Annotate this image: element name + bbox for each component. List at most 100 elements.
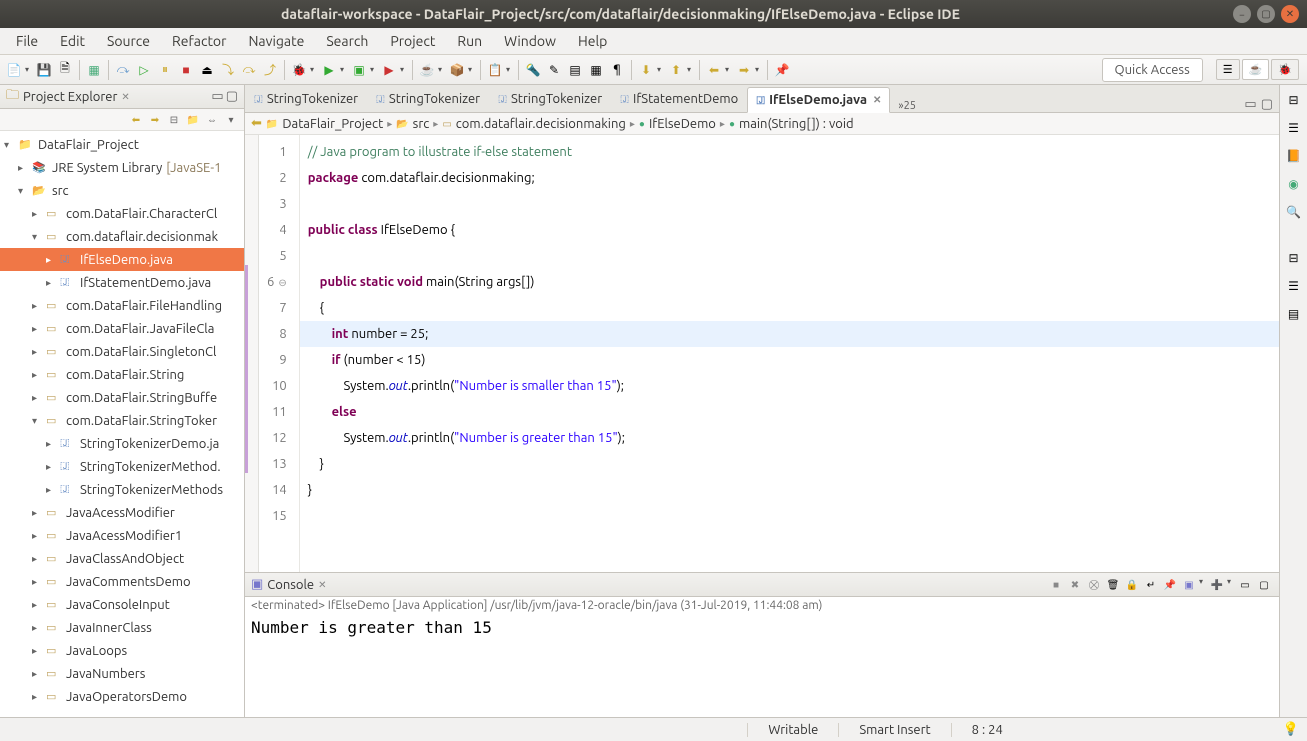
maximize-console-icon[interactable]: ▢ — [1255, 577, 1273, 593]
tree-item[interactable]: ▸▭JavaAcessModifier1 — [0, 524, 244, 547]
menu-run[interactable]: Run — [447, 29, 492, 53]
run-last-icon[interactable]: ▶ — [379, 60, 399, 80]
tree-item[interactable]: ▸▭JavaLoops — [0, 639, 244, 662]
save-all-icon[interactable]: 🗎 — [55, 60, 75, 80]
breadcrumb[interactable]: ⬅📁DataFlair_Project▸📂src▸▭com.dataflair.… — [245, 113, 1279, 135]
breadcrumb-item[interactable]: src — [413, 117, 430, 131]
scroll-lock-icon[interactable]: 🔒 — [1123, 577, 1141, 593]
toggle-block-icon[interactable]: ▦ — [586, 60, 606, 80]
new-icon[interactable]: 📄 — [4, 60, 24, 80]
tree-item[interactable]: ▾▭com.DataFlair.StringToker — [0, 409, 244, 432]
tree-item[interactable]: ▸🇯IfElseDemo.java — [0, 248, 244, 271]
breadcrumb-item[interactable]: main(String[]) : void — [739, 117, 854, 131]
breadcrumb-item[interactable]: DataFlair_Project — [282, 117, 383, 131]
open-perspective-button[interactable]: ☰ — [1216, 59, 1240, 80]
problems-trim-icon[interactable]: ⊟ — [1283, 247, 1305, 269]
tree-item[interactable]: ▸▭JavaAcessModifier — [0, 501, 244, 524]
minimize-button[interactable]: − — [1233, 5, 1251, 23]
filter-icon[interactable]: 📁 — [184, 112, 202, 128]
editor-tab[interactable]: 🇯IfStatementDemo — [611, 86, 747, 112]
editor-tab[interactable]: 🇯StringTokenizer — [489, 86, 611, 112]
code-content[interactable]: // Java program to illustrate if-else st… — [300, 135, 1279, 572]
tree-item[interactable]: ▸▭JavaNumbers — [0, 662, 244, 685]
terminate-icon[interactable]: ■ — [176, 60, 196, 80]
menu-window[interactable]: Window — [494, 29, 566, 53]
new-java-icon[interactable]: ☕ — [417, 60, 437, 80]
menu-file[interactable]: File — [6, 29, 48, 53]
task-list-trim-icon[interactable]: ☰ — [1283, 117, 1305, 139]
annotation-icon[interactable]: ▤ — [565, 60, 585, 80]
back-icon[interactable]: ⬅ — [704, 60, 724, 80]
open-task-icon[interactable]: 📋 — [485, 60, 505, 80]
step-return-icon[interactable]: ⤴ — [260, 60, 280, 80]
outline-trim-icon[interactable]: ⊟ — [1283, 89, 1305, 111]
breadcrumb-item[interactable]: com.dataflair.decisionmaking — [456, 117, 626, 131]
debug-perspective-button[interactable]: 🐞 — [1271, 59, 1299, 80]
tree-item[interactable]: ▸▭com.DataFlair.SingletonCl — [0, 340, 244, 363]
coverage-icon[interactable]: ▣ — [349, 60, 369, 80]
step-over-icon[interactable]: ⤼ — [239, 60, 259, 80]
tree-item[interactable]: ▸▭com.DataFlair.JavaFileCla — [0, 317, 244, 340]
minimize-console-icon[interactable]: ▭ — [1236, 577, 1254, 593]
tree-item[interactable]: ▾▭com.dataflair.decisionmak — [0, 225, 244, 248]
menu-navigate[interactable]: Navigate — [238, 29, 314, 53]
tab-overflow[interactable]: »25 — [890, 100, 924, 112]
tree-item[interactable]: ▸🇯StringTokenizerDemo.ja — [0, 432, 244, 455]
clear-console-icon[interactable]: 🗑 — [1104, 577, 1122, 593]
remove-all-icon[interactable]: ⛒ — [1085, 577, 1103, 593]
pin-console-icon[interactable]: 📌 — [1161, 577, 1179, 593]
tree-item[interactable]: ▸📚JRE System Library[JavaSE-1 — [0, 156, 244, 179]
breadcrumb-item[interactable]: IfElseDemo — [649, 117, 716, 131]
collapse-all-icon[interactable]: ⬅ — [127, 112, 145, 128]
resume-icon[interactable]: ▷ — [134, 60, 154, 80]
suspend-icon[interactable]: ⏸ — [155, 60, 175, 80]
menu-project[interactable]: Project — [380, 29, 445, 53]
editor-tab[interactable]: 🇯StringTokenizer — [245, 86, 367, 112]
menu-refactor[interactable]: Refactor — [162, 29, 236, 53]
tree-item[interactable]: ▸▭JavaOperatorsDemo — [0, 685, 244, 708]
editor-tab[interactable]: 🇯StringTokenizer — [367, 86, 489, 112]
menu-source[interactable]: Source — [97, 29, 160, 53]
maximize-editor-icon[interactable]: ▢ — [1261, 97, 1273, 112]
maximize-button[interactable]: ▢ — [1257, 5, 1275, 23]
step-into-icon[interactable]: ⤵ — [218, 60, 238, 80]
search-trim-icon[interactable]: 🔍 — [1283, 201, 1305, 223]
help-trim-icon[interactable]: ◉ — [1283, 173, 1305, 195]
project-tree[interactable]: ▾📁DataFlair_Project▸📚JRE System Library[… — [0, 131, 244, 717]
tree-item[interactable]: ▸▭com.DataFlair.StringBuffe — [0, 386, 244, 409]
maximize-view-icon[interactable]: ▢ — [226, 89, 238, 104]
outline2-trim-icon[interactable]: ▤ — [1283, 303, 1305, 325]
open-console-icon[interactable]: ➕ — [1208, 577, 1226, 593]
tree-item[interactable]: ▾📂src — [0, 179, 244, 202]
close-button[interactable]: ✕ — [1281, 5, 1299, 23]
menu-search[interactable]: Search — [316, 29, 378, 53]
toggle-mark-icon[interactable]: ✎ — [544, 60, 564, 80]
next-annotation-icon[interactable]: ⬇ — [636, 60, 656, 80]
remove-launch-icon[interactable]: ✖ — [1066, 577, 1084, 593]
cheatsheet-trim-icon[interactable]: 📙 — [1283, 145, 1305, 167]
menu-edit[interactable]: Edit — [50, 29, 95, 53]
tree-item[interactable]: ▸▭JavaConsoleInput — [0, 593, 244, 616]
tree-item[interactable]: ▸▭JavaInnerClass — [0, 616, 244, 639]
tree-item[interactable]: ▸🇯StringTokenizerMethod. — [0, 455, 244, 478]
pin-icon[interactable]: 📌 — [772, 60, 792, 80]
save-icon[interactable]: 💾 — [34, 60, 54, 80]
code-editor[interactable]: 123456789101112131415 // Java program to… — [245, 135, 1279, 572]
console-output[interactable]: Number is greater than 15 — [245, 614, 1279, 717]
minimize-editor-icon[interactable]: ▭ — [1244, 97, 1256, 112]
run-icon[interactable]: ▶ — [319, 60, 339, 80]
tree-item[interactable]: ▸▭com.DataFlair.CharacterCl — [0, 202, 244, 225]
menu-help[interactable]: Help — [568, 29, 617, 53]
tip-icon[interactable]: 💡 — [1283, 722, 1299, 737]
quick-access-input[interactable]: Quick Access — [1102, 58, 1203, 82]
tree-item[interactable]: ▸🇯IfStatementDemo.java — [0, 271, 244, 294]
show-whitespace-icon[interactable]: ¶ — [607, 60, 627, 80]
line-gutter[interactable]: 123456789101112131415 — [259, 135, 300, 572]
open-type-icon[interactable]: ▦ — [84, 60, 104, 80]
link-editor-icon[interactable]: ➡ — [146, 112, 164, 128]
tree-item[interactable]: ▾📁DataFlair_Project — [0, 133, 244, 156]
tree-item[interactable]: ▸▭JavaCommentsDemo — [0, 570, 244, 593]
forward-icon[interactable]: ➡ — [734, 60, 754, 80]
tasks-trim-icon[interactable]: ☰ — [1283, 275, 1305, 297]
close-tab-icon[interactable]: ✕ — [873, 94, 881, 106]
